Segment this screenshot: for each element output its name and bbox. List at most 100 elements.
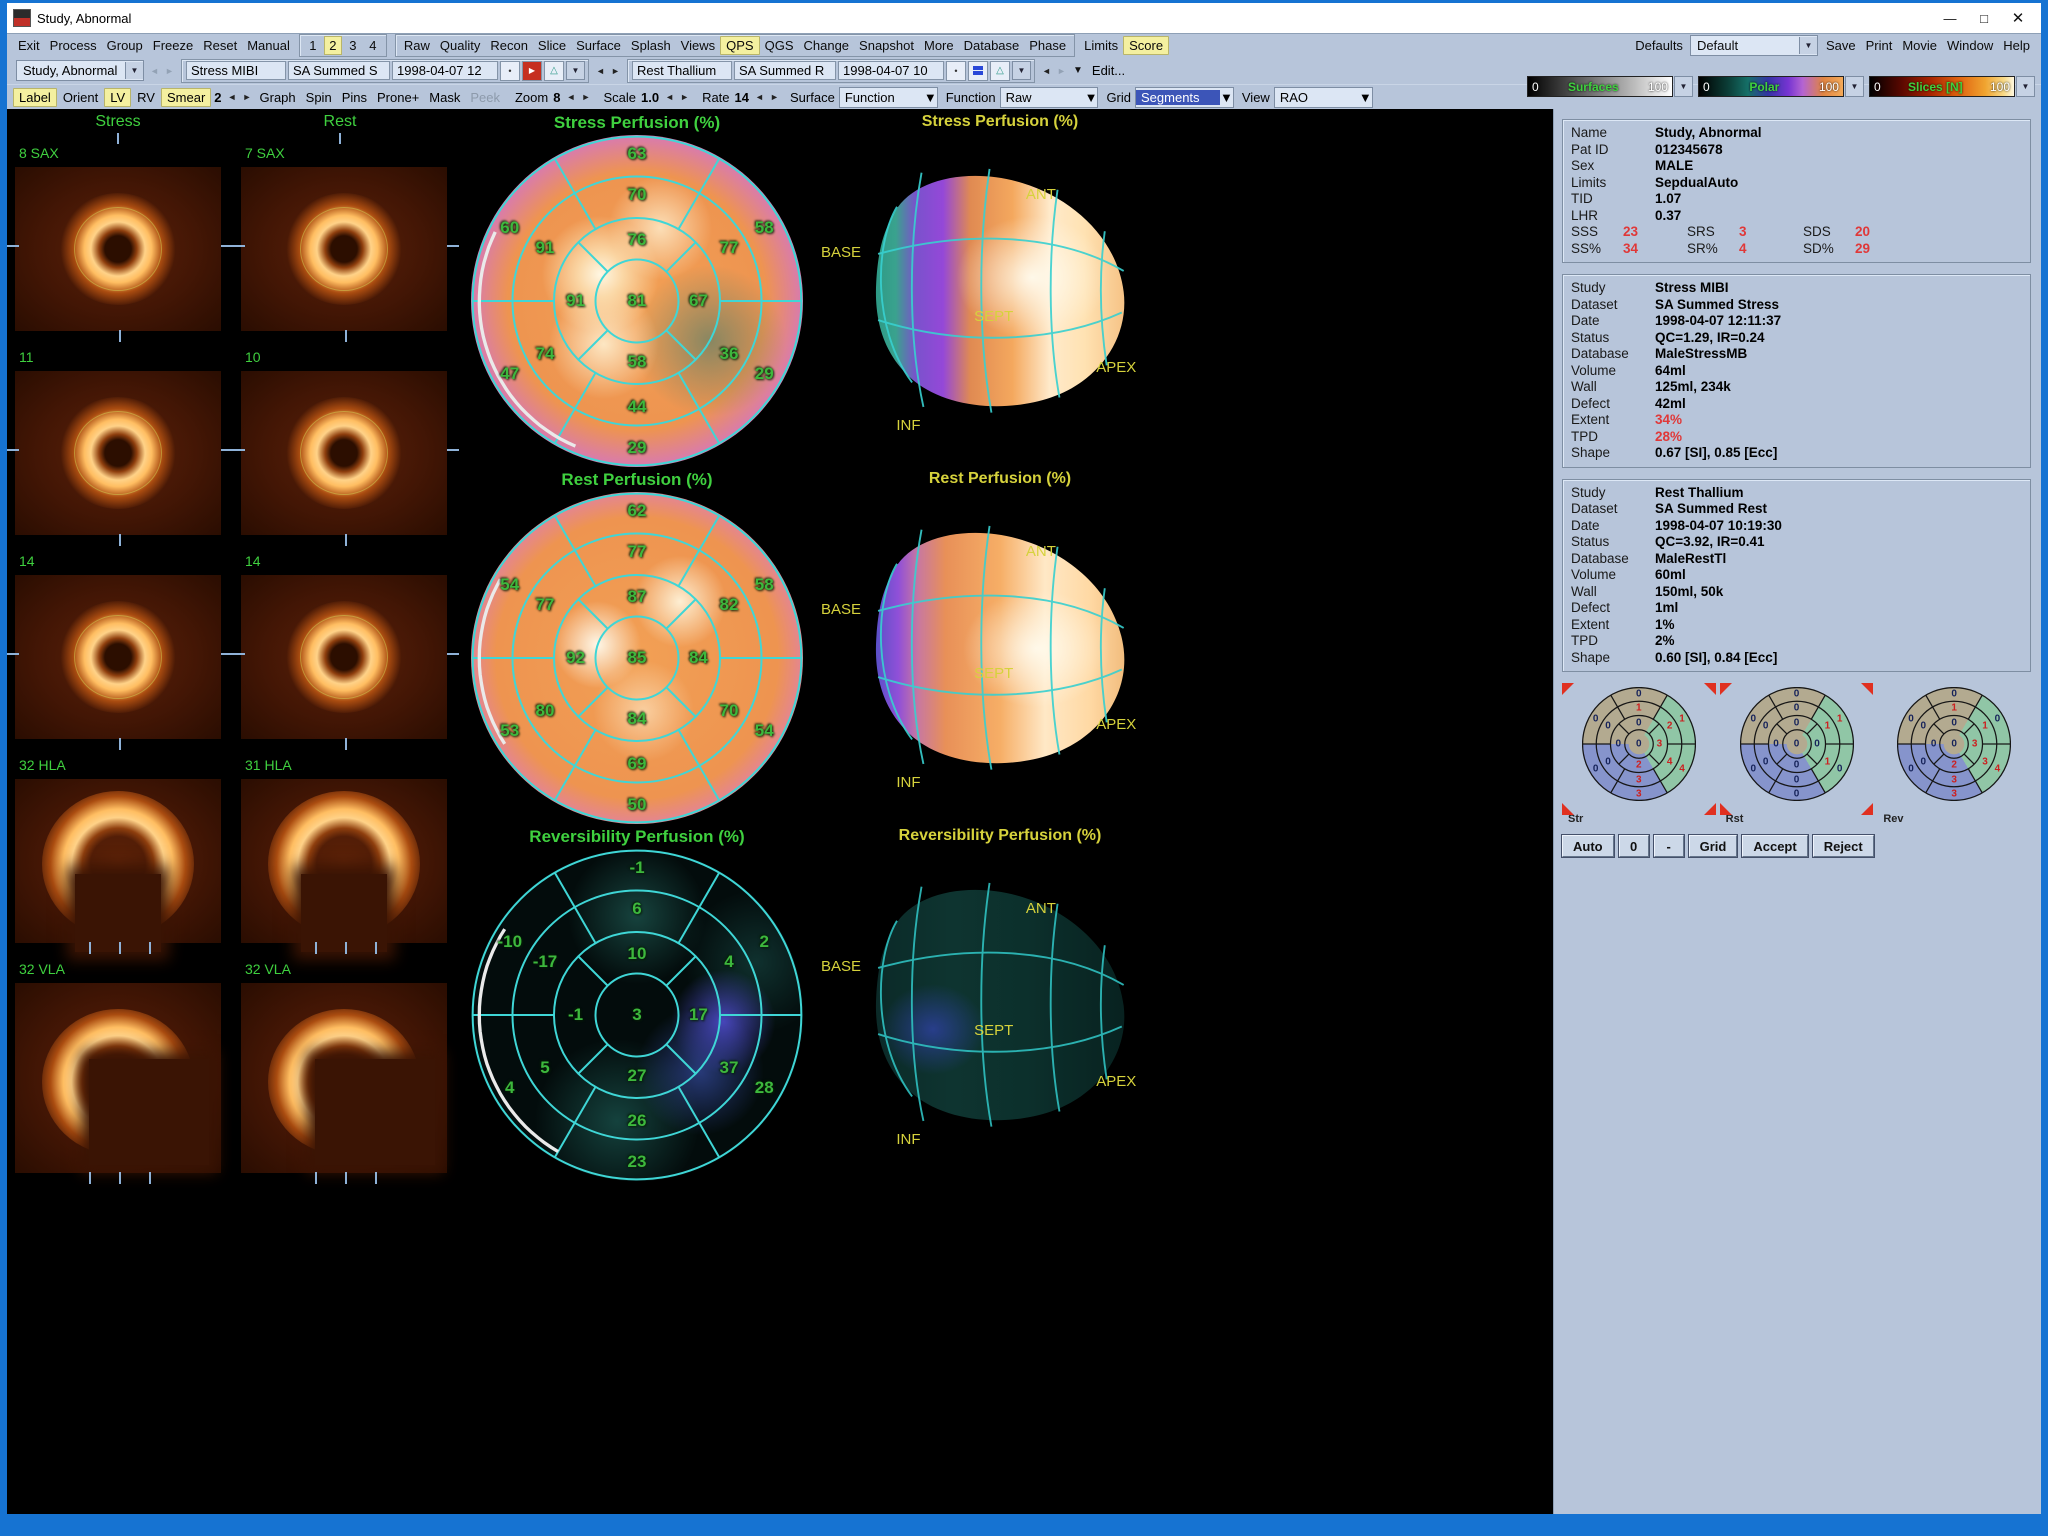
accept-button[interactable]: Accept [1742, 835, 1807, 857]
chevron-down-icon[interactable]: ▼ [1674, 76, 1693, 97]
score-segment-value[interactable]: 0 [1593, 763, 1599, 774]
menu-splash[interactable]: Splash [626, 37, 676, 54]
zoom-increase-icon[interactable]: ► [578, 92, 593, 102]
slice-image-stress-sax[interactable]: 11 [7, 347, 233, 551]
score-segment-value[interactable]: 3 [1951, 774, 1957, 785]
menu-reset[interactable]: Reset [198, 37, 242, 54]
score-segment-value[interactable]: 0 [1814, 739, 1820, 750]
defaults-select[interactable]: Default ▼ [1690, 35, 1818, 56]
point-marker-button[interactable]: • [946, 61, 966, 81]
orient-toggle[interactable]: Orient [57, 88, 104, 107]
score-segment-value[interactable]: 0 [1921, 721, 1927, 732]
chevron-down-icon[interactable]: ▼ [924, 90, 937, 105]
menu-snapshot[interactable]: Snapshot [854, 37, 919, 54]
score-segment-value[interactable]: 3 [1657, 739, 1663, 750]
rest-3d-surface[interactable]: BASE ANT SEPT APEX INF [815, 492, 1185, 812]
stress-polar-map[interactable]: 8176675891706377583629442974479160 [471, 135, 803, 467]
score-segment-value[interactable]: 0 [1605, 756, 1611, 767]
graph-button[interactable]: Graph [255, 89, 301, 106]
score-segment-value[interactable]: 0 [1951, 689, 1957, 700]
chevron-down-icon[interactable]: ▼ [2016, 76, 2035, 97]
rate-decrease-icon[interactable]: ◄ [752, 92, 767, 102]
menu-window[interactable]: Window [1942, 37, 1998, 54]
score-segment-value[interactable]: 0 [1751, 763, 1757, 774]
menu-print[interactable]: Print [1861, 37, 1898, 54]
score-segment-value[interactable]: 2 [1667, 721, 1673, 732]
study-select[interactable]: Study, Abnormal ▼ [16, 60, 144, 81]
rest-dataset-field[interactable]: SA Summed R [734, 61, 836, 80]
menu-movie[interactable]: Movie [1897, 37, 1942, 54]
chevron-down-icon[interactable]: ▼ [1220, 90, 1233, 105]
menu-quality[interactable]: Quality [435, 37, 485, 54]
menu-qgs[interactable]: QGS [760, 37, 799, 54]
next-study-icon[interactable]: ► [162, 66, 177, 76]
maximize-icon[interactable]: □ [1967, 6, 2001, 30]
score-segment-value[interactable]: 0 [1636, 739, 1642, 750]
triangle-icon[interactable]: △ [990, 61, 1010, 81]
score-map-circle[interactable]: 00320101034330000 [1897, 687, 2011, 801]
score-segment-value[interactable]: 0 [1763, 756, 1769, 767]
menu-process[interactable]: Process [45, 37, 102, 54]
prev-icon[interactable]: ◄ [1039, 66, 1054, 76]
score-segment-value[interactable]: 1 [1825, 756, 1831, 767]
view-3-button[interactable]: 3 [344, 36, 362, 55]
label-toggle[interactable]: Label [13, 88, 57, 107]
slice-image-stress-sax[interactable]: 8 SAX [7, 143, 233, 347]
auto-button[interactable]: Auto [1562, 835, 1614, 857]
polar-colorbar[interactable]: 0Polar100 ▼ [1698, 76, 1864, 97]
score-segment-value[interactable]: 0 [1837, 763, 1843, 774]
score-segment-value[interactable]: 0 [1794, 689, 1800, 700]
menu-more[interactable]: More [919, 37, 959, 54]
scale-decrease-icon[interactable]: ◄ [662, 92, 677, 102]
slice-image-rest-vla[interactable]: 32 VLA [233, 959, 459, 1189]
slice-image-stress-hla[interactable]: 32 HLA [7, 755, 233, 959]
smear-decrease-icon[interactable]: ◄ [225, 92, 240, 102]
score-segment-value[interactable]: 0 [1773, 739, 1779, 750]
score-segment-value[interactable]: 0 [1794, 759, 1800, 770]
edit-button[interactable]: Edit... [1087, 62, 1130, 79]
score-segment-value[interactable]: 0 [1636, 689, 1642, 700]
stress-study-field[interactable]: Stress MIBI [186, 61, 286, 80]
menu-freeze[interactable]: Freeze [148, 37, 198, 54]
score-segment-value[interactable]: 0 [1951, 718, 1957, 729]
score-segment-value[interactable]: 0 [1794, 774, 1800, 785]
menu-recon[interactable]: Recon [485, 37, 533, 54]
prev-dataset-icon[interactable]: ◄ [593, 66, 608, 76]
view-2-button[interactable]: 2 [324, 36, 342, 55]
stress-date-field[interactable]: 1998-04-07 12 [392, 61, 498, 80]
score-segment-value[interactable]: 3 [1972, 739, 1978, 750]
chevron-down-icon[interactable]: ▼ [1085, 90, 1098, 105]
menu-score[interactable]: Score [1123, 36, 1169, 55]
score-segment-value[interactable]: 0 [1763, 721, 1769, 732]
grid-dropdown[interactable]: Segments▼ [1135, 87, 1234, 108]
stress-dataset-field[interactable]: SA Summed S [288, 61, 390, 80]
menu-phase[interactable]: Phase [1024, 37, 1071, 54]
menu-views[interactable]: Views [676, 37, 720, 54]
reversibility-polar-map[interactable]: 3101727-16-1423728262354-17-10 [471, 849, 803, 1181]
smear-toggle[interactable]: Smear [161, 88, 211, 107]
score-segment-value[interactable]: 0 [1794, 718, 1800, 729]
stress-3d-surface[interactable]: BASE ANT SEPT APEX INF [815, 135, 1185, 455]
menu-limits[interactable]: Limits [1079, 37, 1123, 54]
menu-manual[interactable]: Manual [242, 37, 295, 54]
view-1-button[interactable]: 1 [304, 36, 322, 55]
score-segment-value[interactable]: 4 [1995, 763, 2001, 774]
triangle-icon[interactable]: △ [544, 61, 564, 81]
next-dataset-icon[interactable]: ► [608, 66, 623, 76]
score-segment-value[interactable]: 0 [1593, 714, 1599, 725]
stress-dataset-dropdown-icon[interactable]: ▼ [566, 61, 585, 80]
menu-change[interactable]: Change [799, 37, 855, 54]
spin-button[interactable]: Spin [301, 89, 337, 106]
score-segment-value[interactable]: 0 [1995, 714, 2001, 725]
menu-exit[interactable]: Exit [13, 37, 45, 54]
reject-button[interactable]: Reject [1813, 835, 1874, 857]
chevron-down-icon[interactable]: ▼ [1845, 76, 1864, 97]
score-segment-value[interactable]: 0 [1921, 756, 1927, 767]
zoom-decrease-icon[interactable]: ◄ [563, 92, 578, 102]
score-segment-value[interactable]: 0 [1616, 739, 1622, 750]
slice-image-rest-sax[interactable]: 7 SAX [233, 143, 459, 347]
score-segment-value[interactable]: 3 [1982, 756, 1988, 767]
score-segment-value[interactable]: 3 [1951, 788, 1957, 799]
chevron-down-icon[interactable]: ▼ [1799, 37, 1817, 54]
score-segment-value[interactable]: 1 [1951, 703, 1957, 714]
